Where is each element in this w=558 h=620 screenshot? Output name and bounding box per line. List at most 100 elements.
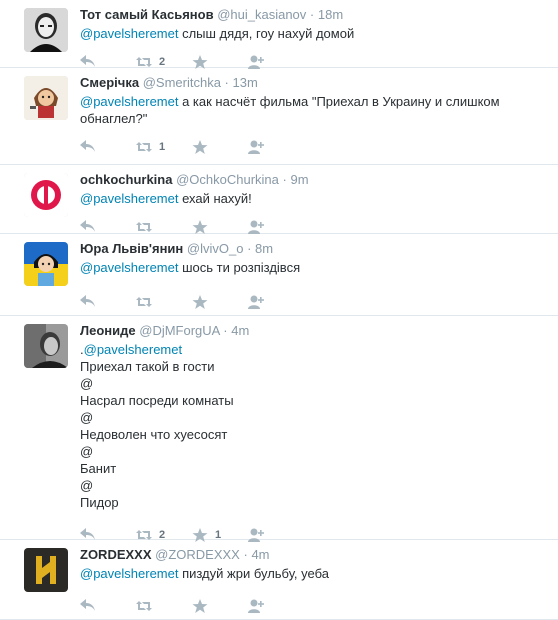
follow-button[interactable]	[248, 140, 304, 154]
favorite-button[interactable]	[192, 295, 248, 309]
user-name[interactable]: Юра Львів'янин	[80, 241, 183, 256]
tweet-actions	[80, 288, 548, 316]
reply-button[interactable]	[80, 599, 136, 613]
tweet[interactable]: Юра Львів'янин @lvivO_o · 8m @pavelshere…	[0, 234, 558, 316]
retweet-button[interactable]: 1	[136, 140, 192, 154]
favorite-button[interactable]	[192, 599, 248, 613]
tweet-header: Леониде @DjMForgUA · 4m	[80, 322, 548, 340]
timestamp[interactable]: 4m	[251, 547, 269, 562]
retweet-button[interactable]: 2	[136, 55, 192, 69]
tweet-header: ZORDEXXX @ZORDEXXX · 4m	[80, 546, 548, 564]
favorite-button[interactable]	[192, 55, 248, 69]
retweet-icon	[136, 297, 152, 307]
mention-link[interactable]: @pavelsheremet	[80, 26, 178, 41]
user-name[interactable]: ochkochurkina	[80, 172, 172, 187]
retweet-button[interactable]	[136, 220, 192, 234]
retweet-button[interactable]	[136, 295, 192, 309]
timestamp[interactable]: 18m	[318, 7, 343, 22]
retweet-button[interactable]	[136, 599, 192, 613]
tweet-line: @	[80, 410, 94, 425]
avatar-flag-cartoon-icon	[24, 242, 68, 286]
tweet-body: пиздуй жри бульбу, уеба	[178, 566, 329, 581]
mention-link[interactable]: @pavelsheremet	[80, 260, 178, 275]
tweet-header: Тот самый Касьянов @hui_kasianov · 18m	[80, 6, 548, 24]
follow-button[interactable]	[248, 220, 304, 234]
follow-user-icon	[248, 220, 264, 234]
reply-button[interactable]	[80, 140, 136, 154]
reply-icon	[80, 140, 95, 152]
tweet[interactable]: Смерічка @Smeritchka · 13m @pavelshereme…	[0, 68, 558, 165]
tweet-header: Юра Львів'янин @lvivO_o · 8m	[80, 240, 548, 258]
avatar[interactable]	[24, 76, 68, 120]
reply-icon	[80, 220, 95, 232]
mention-link[interactable]: @pavelsheremet	[80, 94, 178, 109]
user-name[interactable]: ZORDEXXX	[80, 547, 152, 562]
tweet-line: Недоволен что хуесосят	[80, 427, 228, 442]
reply-button[interactable]	[80, 55, 136, 69]
avatar[interactable]	[24, 173, 68, 217]
timestamp[interactable]: 4m	[231, 323, 249, 338]
avatar[interactable]	[24, 548, 68, 592]
mention-link[interactable]: @pavelsheremet	[84, 342, 182, 357]
timestamp[interactable]: 13m	[233, 75, 258, 90]
tweet-body: слыш дядя, гоу нахуй домой	[178, 26, 355, 41]
separator-dot: ·	[243, 547, 248, 562]
user-handle[interactable]: @ZORDEXXX	[155, 547, 240, 562]
tweet-line: Приехал такой в гости	[80, 359, 215, 374]
user-handle[interactable]: @DjMForgUA	[139, 323, 219, 338]
follow-user-icon	[248, 295, 264, 309]
reply-button[interactable]	[80, 220, 136, 234]
separator-dot: ·	[224, 75, 229, 90]
avatar-wolfsangel-icon	[24, 548, 68, 592]
follow-user-icon	[248, 55, 264, 69]
tweet-body: шось ти розпіздівся	[178, 260, 301, 275]
retweet-icon	[136, 601, 152, 611]
avatar-photo-man-icon	[24, 324, 68, 368]
retweet-count: 2	[159, 56, 166, 68]
tweet-text: @pavelsheremet а как насчёт фильма "Прие…	[80, 93, 548, 127]
user-handle[interactable]: @hui_kasianov	[217, 7, 306, 22]
reply-button[interactable]	[80, 295, 136, 309]
tweet-body: ехай нахуй!	[178, 191, 252, 206]
follow-button[interactable]	[248, 599, 304, 613]
timestamp[interactable]: 8m	[255, 241, 273, 256]
user-name[interactable]: Леониде	[80, 323, 136, 338]
follow-user-icon	[248, 140, 264, 154]
tweet-line: @	[80, 444, 94, 459]
retweet-count: 1	[159, 141, 166, 153]
mention-link[interactable]: @pavelsheremet	[80, 566, 178, 581]
reply-icon	[80, 599, 95, 611]
mention-link[interactable]: @pavelsheremet	[80, 191, 178, 206]
user-handle[interactable]: @lvivO_o	[187, 241, 244, 256]
avatar[interactable]	[24, 242, 68, 286]
avatar[interactable]	[24, 8, 68, 52]
user-handle[interactable]: @Smeritchka	[143, 75, 221, 90]
tweet[interactable]: Тот самый Касьянов @hui_kasianov · 18m @…	[0, 0, 558, 69]
separator-dot: ·	[223, 323, 228, 338]
follow-button[interactable]	[248, 55, 304, 69]
user-name[interactable]: Смерічка	[80, 75, 139, 90]
tweet[interactable]: ochkochurkina @OchkoChurkina · 9m @pavel…	[0, 165, 558, 234]
tweet-line: Насрал посреди комнаты	[80, 393, 234, 408]
tweet-line: @	[80, 478, 94, 493]
star-icon	[192, 295, 208, 309]
user-name[interactable]: Тот самый Касьянов	[80, 7, 214, 22]
avatar[interactable]	[24, 324, 68, 368]
tweet-line: Банит	[80, 461, 117, 476]
avatar-bald-man-icon	[24, 8, 68, 52]
follow-user-icon	[248, 599, 264, 613]
favorite-button[interactable]	[192, 220, 248, 234]
star-icon	[192, 220, 208, 234]
tweet-header: Смерічка @Smeritchka · 13m	[80, 74, 548, 92]
star-icon	[192, 140, 208, 154]
favorite-button[interactable]	[192, 140, 248, 154]
retweet-icon	[136, 142, 152, 152]
separator-dot: ·	[309, 7, 315, 22]
avatar-red-logo-icon	[24, 173, 68, 217]
tweet-line: Пидор	[80, 495, 119, 510]
follow-button[interactable]	[248, 295, 304, 309]
user-handle[interactable]: @OchkoChurkina	[176, 172, 279, 187]
timestamp[interactable]: 9m	[290, 172, 308, 187]
tweet[interactable]: Леониде @DjMForgUA · 4m .@pavelsheremet …	[0, 316, 558, 542]
tweet[interactable]: ZORDEXXX @ZORDEXXX · 4m @pavelsheremet п…	[0, 540, 558, 620]
